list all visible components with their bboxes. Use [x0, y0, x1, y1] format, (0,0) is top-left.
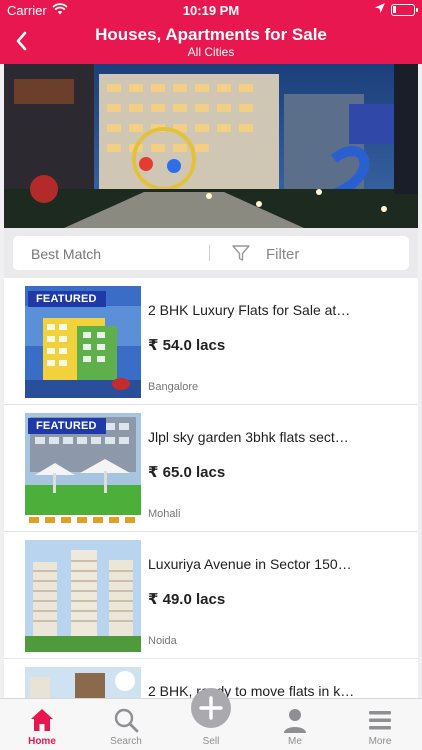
listing-city: Bangalore: [148, 381, 199, 393]
tab-label: More: [368, 736, 392, 747]
home-icon: [28, 706, 56, 734]
listing-price: ₹ 49.0 lacs: [148, 591, 226, 608]
battery-icon: [391, 4, 418, 16]
sort-button[interactable]: Best Match: [31, 246, 101, 262]
listing-thumbnail: [25, 667, 141, 698]
menu-icon: [366, 706, 394, 734]
listing-title: Jlpl sky garden 3bhk flats sect…: [148, 429, 349, 445]
tab-search[interactable]: Search: [84, 699, 168, 750]
divider: [209, 245, 210, 261]
listing-city: Noida: [148, 635, 177, 647]
sell-button[interactable]: [191, 688, 231, 728]
featured-badge: FEATURED: [28, 418, 106, 434]
navigation-bar: Houses, Apartments for Sale All Cities: [0, 20, 422, 64]
person-icon: [281, 706, 309, 734]
plus-icon: [199, 696, 223, 720]
page-title: Houses, Apartments for Sale: [95, 25, 327, 44]
hero-banner-image: [4, 64, 418, 228]
listing-list: FEATURED 2 BHK Luxury Flats for Sale at……: [4, 278, 418, 698]
listing-price: ₹ 54.0 lacs: [148, 337, 226, 354]
listing-thumbnail: FEATURED: [25, 413, 141, 525]
page-subtitle[interactable]: All Cities: [0, 45, 422, 59]
tab-label: Search: [110, 736, 142, 747]
tab-home[interactable]: Home: [0, 699, 84, 750]
sort-filter-box: Best Match Filter: [13, 236, 409, 270]
filter-button[interactable]: Filter: [225, 236, 405, 270]
sort-filter-bar: Best Match Filter: [4, 228, 418, 278]
listing-item[interactable]: Luxuriya Avenue in Sector 150… ₹ 49.0 la…: [4, 532, 418, 659]
listing-thumbnail: [25, 540, 141, 652]
listing-item[interactable]: FEATURED Jlpl sky garden 3bhk flats sect…: [4, 405, 418, 532]
listing-title: Luxuriya Avenue in Sector 150…: [148, 556, 352, 572]
listing-title: 2 BHK, ready to move flats in k…: [148, 683, 355, 698]
listing-item[interactable]: FEATURED 2 BHK Luxury Flats for Sale at……: [4, 278, 418, 405]
listing-city: Mohali: [148, 508, 181, 520]
tab-more[interactable]: More: [338, 699, 422, 750]
funnel-icon: [231, 243, 251, 268]
tab-label: Me: [288, 736, 302, 747]
listing-price: ₹ 65.0 lacs: [148, 464, 226, 481]
listing-title: 2 BHK Luxury Flats for Sale at…: [148, 302, 351, 318]
listing-thumbnail: FEATURED: [25, 286, 141, 398]
status-bar: Carrier 10:19 PM: [0, 0, 422, 20]
clock: 10:19 PM: [182, 3, 240, 18]
location-arrow-icon: [374, 2, 386, 17]
tab-me[interactable]: Me: [253, 699, 337, 750]
filter-label: Filter: [266, 246, 300, 263]
tab-label: Home: [28, 736, 56, 747]
search-icon: [112, 706, 140, 734]
featured-badge: FEATURED: [28, 291, 106, 307]
tab-label: Sell: [202, 736, 220, 747]
